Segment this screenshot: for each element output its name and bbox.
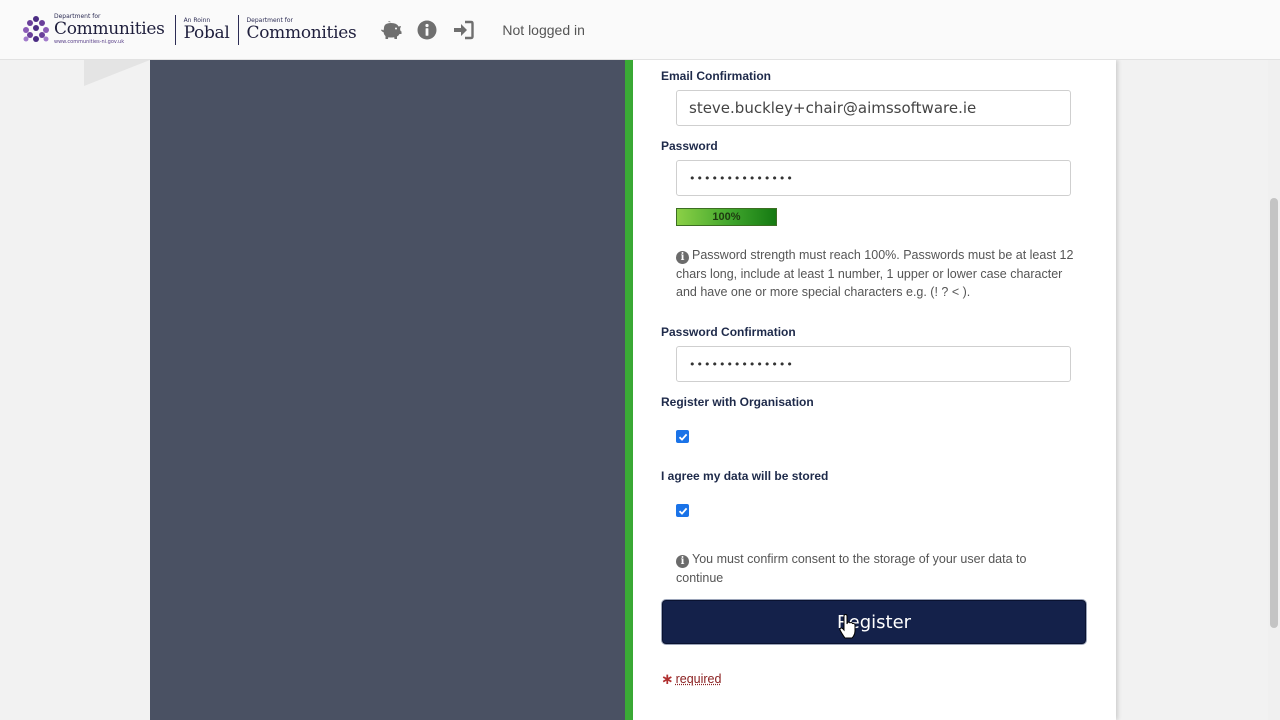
required-text: required: [675, 672, 722, 686]
checkmark-icon: [678, 507, 687, 515]
logo-commonities: Department for Commonities: [246, 17, 357, 43]
piggy-bank-icon[interactable]: [380, 19, 402, 41]
header-icon-group: [380, 19, 488, 41]
consent-help-message: You must confirm consent to the storage …: [676, 552, 1027, 585]
password-help-message: Password strength must reach 100%. Passw…: [676, 248, 1074, 299]
info-circle-icon[interactable]: [416, 19, 438, 41]
logo-divider: [237, 14, 239, 45]
required-fields-note: ∗ required: [661, 670, 721, 688]
data-consent-checkbox[interactable]: [676, 504, 689, 517]
password-confirmation-label: Password Confirmation: [661, 325, 796, 339]
email-confirmation-label: Email Confirmation: [661, 69, 772, 83]
logo-big-text: Communities: [54, 19, 165, 39]
password-strength-meter: 100%: [676, 208, 777, 226]
department-logo[interactable]: Department for Communities www.communiti…: [22, 10, 357, 50]
left-side-panel: [150, 60, 625, 720]
asterisk-icon: ∗: [661, 671, 674, 688]
form-accent-bar: [625, 60, 633, 720]
hexagon-cluster-logo-icon: [23, 15, 49, 42]
checkmark-icon: [678, 433, 687, 441]
password-field[interactable]: [676, 160, 1071, 196]
email-confirmation-field[interactable]: [676, 90, 1071, 126]
logo-communities: Department for Communities www.communiti…: [54, 14, 165, 45]
password-label: Password: [661, 139, 718, 153]
register-button[interactable]: Register: [662, 600, 1086, 644]
logo-big-text: Pobal: [183, 22, 230, 43]
info-circle-icon: i: [676, 251, 689, 264]
logo-url-text: www.communities-ni.gov.uk: [54, 39, 125, 45]
register-organisation-label: Register with Organisation: [661, 395, 814, 409]
sign-in-icon[interactable]: [452, 19, 475, 41]
scrollbar-thumb[interactable]: [1270, 198, 1278, 628]
logo-pobal: An Roinn Pobal: [183, 17, 230, 43]
login-status-text: Not logged in: [502, 21, 585, 38]
hand-pointer-cursor-icon: [839, 614, 856, 639]
data-consent-label: I agree my data will be stored: [661, 469, 829, 483]
info-circle-icon: i: [676, 555, 689, 568]
top-navigation-bar: Department for Communities www.communiti…: [0, 0, 1280, 60]
consent-help-text: i You must confirm consent to the storage…: [676, 550, 1076, 587]
password-confirmation-field[interactable]: [676, 346, 1071, 382]
register-organisation-checkbox[interactable]: [676, 430, 689, 443]
password-help-text: i Password strength must reach 100%. Pass…: [676, 246, 1076, 302]
logo-big-text: Commonities: [246, 22, 357, 43]
logo-divider: [174, 14, 176, 45]
decorative-triangle: [84, 60, 150, 86]
